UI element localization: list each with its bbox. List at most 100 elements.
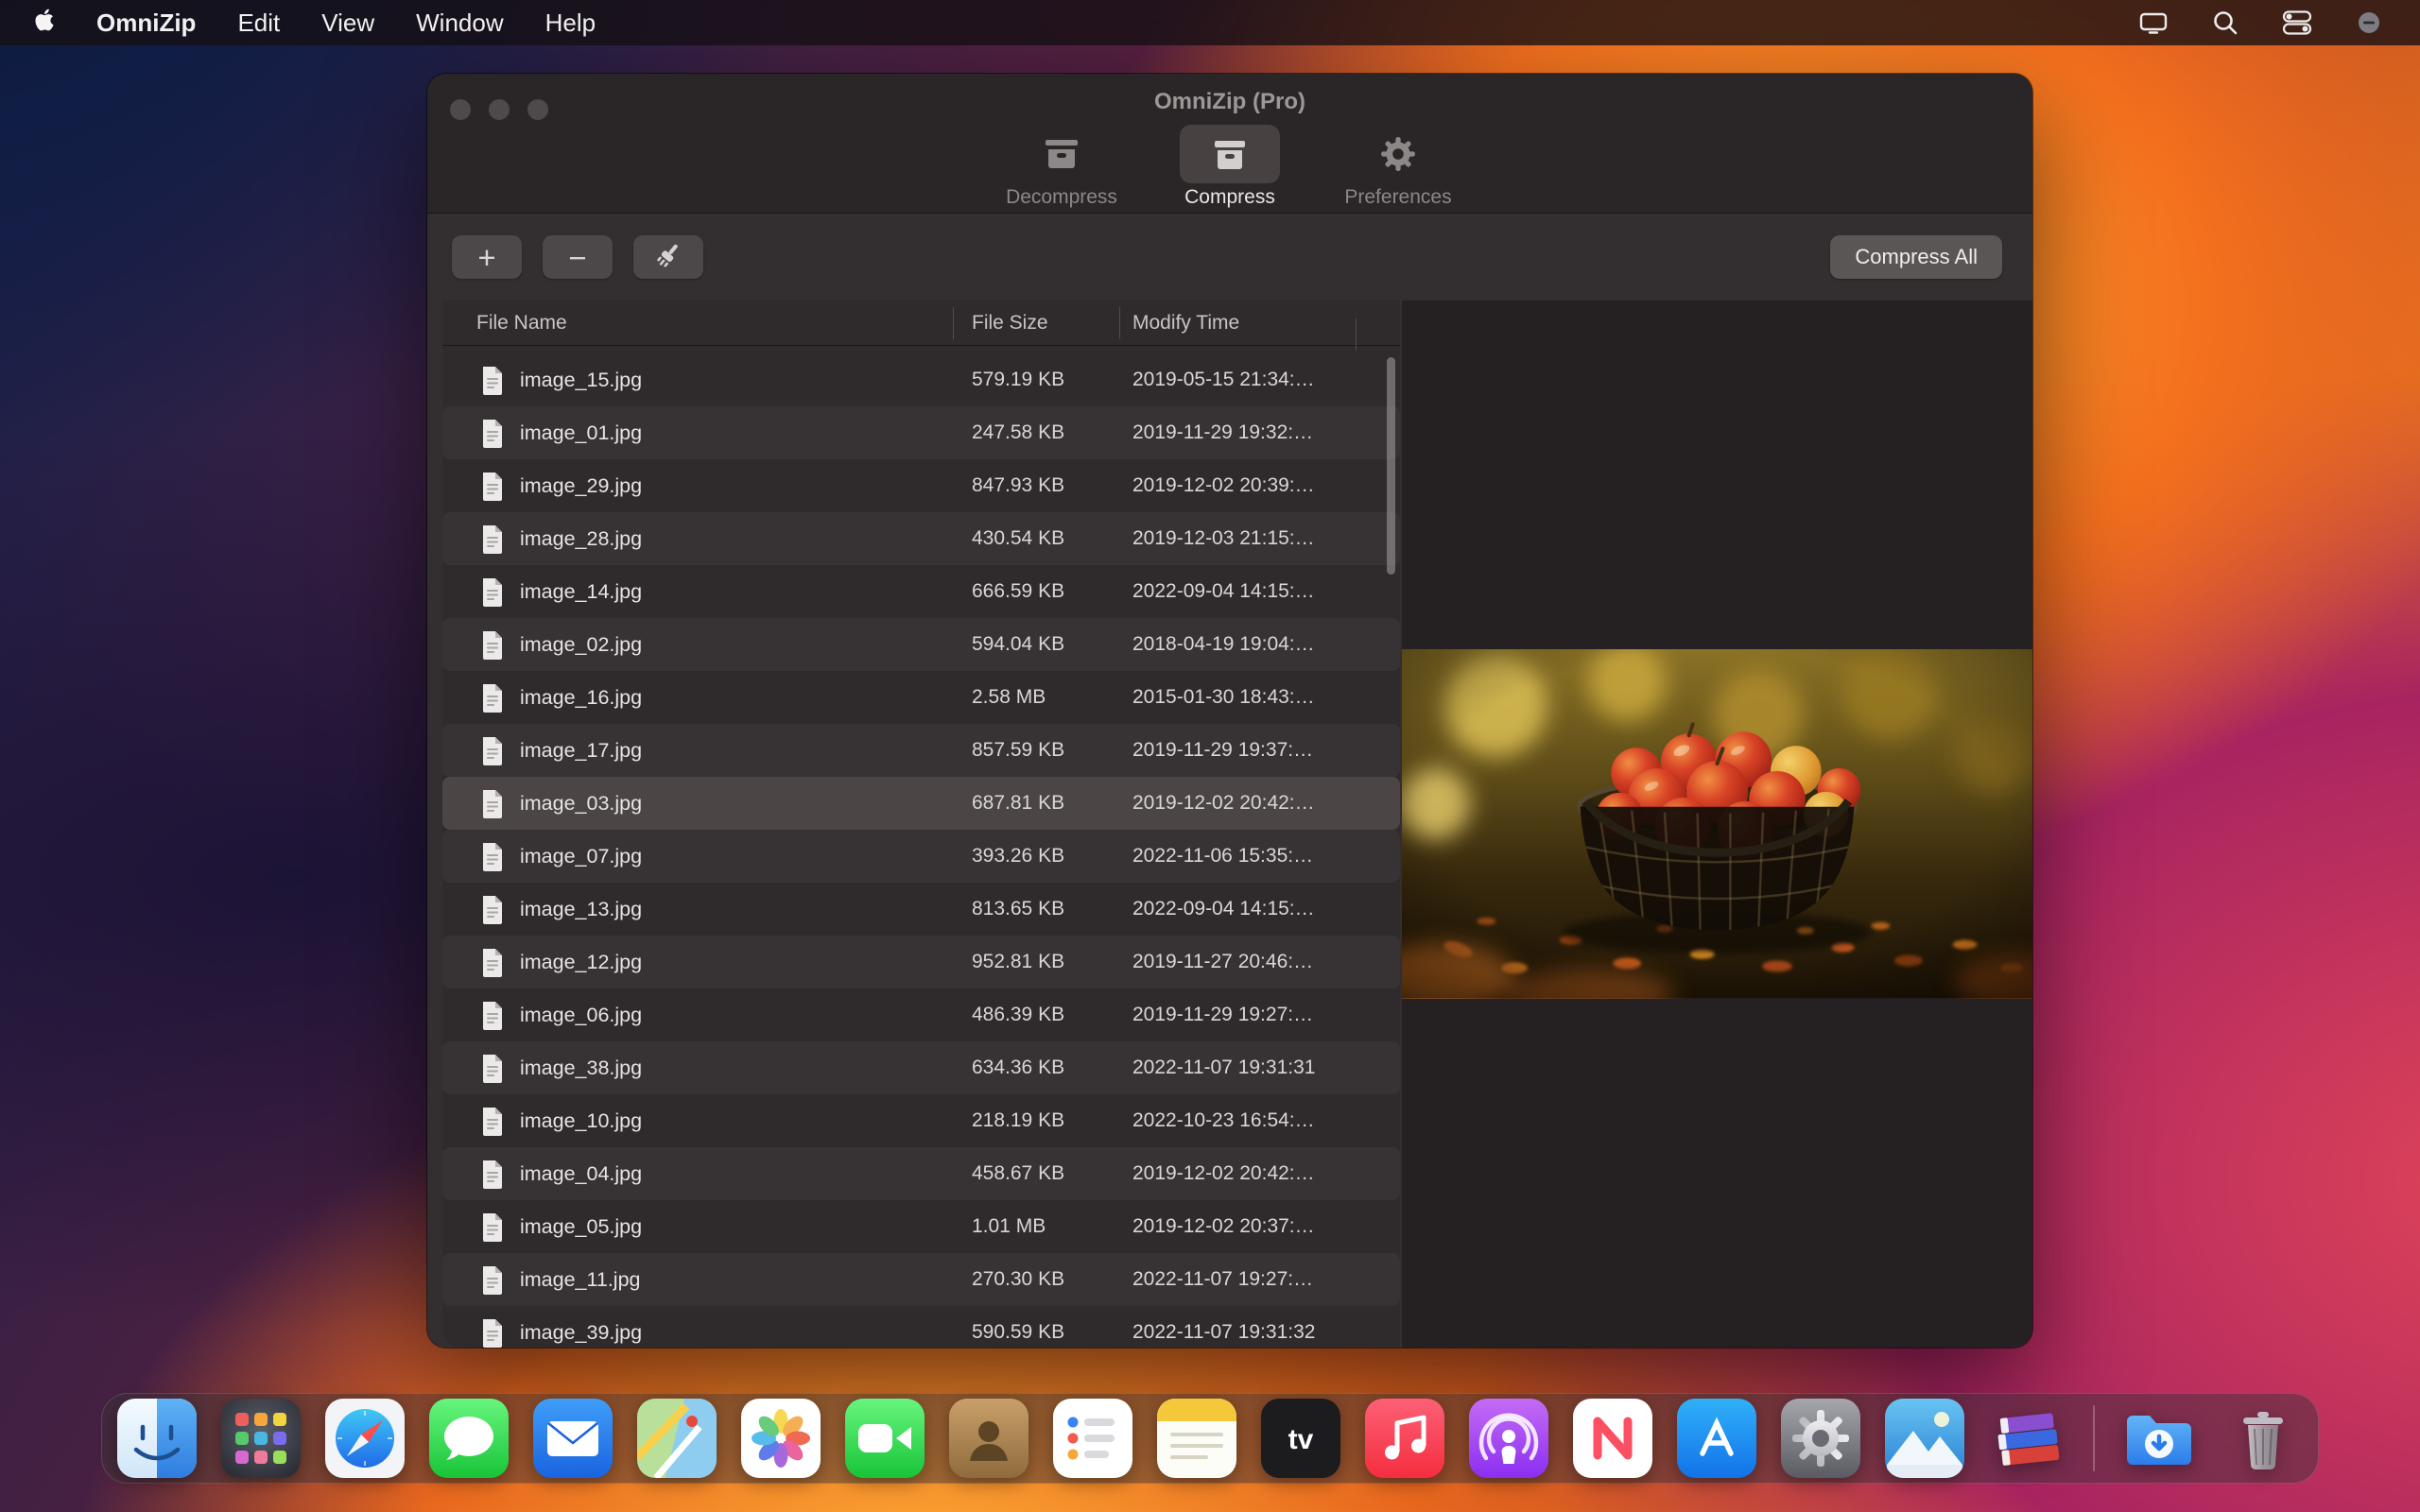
column-file-name[interactable]: File Name: [442, 312, 953, 335]
dock-peaks-app-icon[interactable]: [1885, 1399, 1964, 1478]
file-time: 2019-12-02 20:42:…: [1119, 1162, 1356, 1185]
file-icon: [480, 841, 505, 871]
apple-menu-icon[interactable]: [34, 8, 55, 39]
clean-list-button[interactable]: [633, 235, 703, 279]
file-size: 1.01 MB: [953, 1215, 1119, 1238]
file-name: image_16.jpg: [520, 686, 642, 710]
file-name: image_05.jpg: [520, 1215, 642, 1239]
file-icon: [480, 1053, 505, 1083]
dock-finder-icon[interactable]: [117, 1399, 197, 1478]
dock-app-store-icon[interactable]: [1677, 1399, 1756, 1478]
dock-podcasts-icon[interactable]: [1469, 1399, 1548, 1478]
dock-tv-icon[interactable]: tv: [1261, 1399, 1340, 1478]
display-icon[interactable]: [2136, 6, 2170, 40]
file-icon: [480, 1106, 505, 1136]
menu-view[interactable]: View: [321, 9, 374, 38]
dock: tv: [101, 1393, 2319, 1484]
file-name: image_07.jpg: [520, 845, 642, 868]
file-size: 666.59 KB: [953, 580, 1119, 603]
file-icon: [480, 947, 505, 977]
file-size: 458.67 KB: [953, 1162, 1119, 1185]
file-icon: [480, 471, 505, 501]
file-icon: [480, 365, 505, 395]
table-row[interactable]: image_15.jpg 579.19 KB 2019-05-15 21:34:…: [442, 353, 1400, 406]
table-row[interactable]: image_01.jpg 247.58 KB 2019-11-29 19:32:…: [442, 406, 1400, 459]
dock-maps-icon[interactable]: [637, 1399, 717, 1478]
dock-facetime-icon[interactable]: [845, 1399, 925, 1478]
table-row[interactable]: image_02.jpg 594.04 KB 2018-04-19 19:04:…: [442, 618, 1400, 671]
dock-mail-icon[interactable]: [533, 1399, 613, 1478]
dock-launchpad-icon[interactable]: [221, 1399, 301, 1478]
dock-trash-icon[interactable]: [2223, 1399, 2303, 1478]
table-row[interactable]: image_17.jpg 857.59 KB 2019-11-29 19:37:…: [442, 724, 1400, 777]
table-row[interactable]: image_28.jpg 430.54 KB 2019-12-03 21:15:…: [442, 512, 1400, 565]
file-time: 2019-12-02 20:42:…: [1119, 792, 1356, 815]
toolbar-compress[interactable]: Compress: [1154, 125, 1305, 209]
search-icon[interactable]: [2208, 6, 2242, 40]
file-name: image_03.jpg: [520, 792, 642, 816]
dock-notes-icon[interactable]: [1157, 1399, 1236, 1478]
dock-reminders-icon[interactable]: [1053, 1399, 1132, 1478]
file-size: 590.59 KB: [953, 1321, 1119, 1344]
file-name: image_29.jpg: [520, 474, 642, 498]
dock-safari-icon[interactable]: [325, 1399, 405, 1478]
column-modify-time[interactable]: Modify Time: [1119, 312, 1356, 335]
dock-messages-icon[interactable]: [429, 1399, 509, 1478]
column-file-size[interactable]: File Size: [953, 312, 1119, 335]
table-row[interactable]: image_39.jpg 590.59 KB 2022-11-07 19:31:…: [442, 1306, 1400, 1348]
table-row[interactable]: image_04.jpg 458.67 KB 2019-12-02 20:42:…: [442, 1147, 1400, 1200]
file-size: 687.81 KB: [953, 792, 1119, 815]
file-icon: [480, 735, 505, 765]
dock-downloads-icon[interactable]: [2119, 1399, 2199, 1478]
toolbar-compress-label: Compress: [1184, 186, 1275, 209]
decompress-archive-icon: [1011, 125, 1112, 183]
focus-mode-icon[interactable]: [2352, 6, 2386, 40]
file-size: 2.58 MB: [953, 686, 1119, 709]
table-row[interactable]: image_06.jpg 486.39 KB 2019-11-29 19:27:…: [442, 988, 1400, 1041]
add-file-button[interactable]: +: [452, 235, 522, 279]
table-row[interactable]: image_29.jpg 847.93 KB 2019-12-02 20:39:…: [442, 459, 1400, 512]
table-row[interactable]: image_05.jpg 1.01 MB 2019-12-02 20:37:…: [442, 1200, 1400, 1253]
table-row[interactable]: image_13.jpg 813.65 KB 2022-09-04 14:15:…: [442, 883, 1400, 936]
dock-photos-icon[interactable]: [741, 1399, 821, 1478]
table-row[interactable]: image_38.jpg 634.36 KB 2022-11-07 19:31:…: [442, 1041, 1400, 1094]
table-row[interactable]: image_16.jpg 2.58 MB 2015-01-30 18:43:…: [442, 671, 1400, 724]
file-size: 579.19 KB: [953, 369, 1119, 391]
file-name: image_17.jpg: [520, 739, 642, 763]
file-icon: [480, 682, 505, 713]
compress-all-button[interactable]: Compress All: [1830, 235, 2002, 279]
file-time: 2022-10-23 16:54:…: [1119, 1109, 1356, 1132]
dock-music-icon[interactable]: [1365, 1399, 1444, 1478]
file-time: 2019-11-29 19:37:…: [1119, 739, 1356, 762]
control-center-icon[interactable]: [2280, 6, 2314, 40]
file-name: image_02.jpg: [520, 633, 642, 657]
table-row[interactable]: image_11.jpg 270.30 KB 2022-11-07 19:27:…: [442, 1253, 1400, 1306]
preview-image-apples: [1402, 649, 2032, 998]
menu-window[interactable]: Window: [416, 9, 503, 38]
table-row[interactable]: image_10.jpg 218.19 KB 2022-10-23 16:54:…: [442, 1094, 1400, 1147]
table-row[interactable]: image_07.jpg 393.26 KB 2022-11-06 15:35:…: [442, 830, 1400, 883]
table-row[interactable]: image_03.jpg 687.81 KB 2019-12-02 20:42:…: [442, 777, 1400, 830]
file-size: 486.39 KB: [953, 1004, 1119, 1026]
dock-news-icon[interactable]: [1573, 1399, 1652, 1478]
remove-file-button[interactable]: −: [543, 235, 613, 279]
menu-app-name[interactable]: OmniZip: [96, 9, 196, 38]
toolbar-decompress[interactable]: Decompress: [986, 125, 1137, 209]
table-row[interactable]: image_14.jpg 666.59 KB 2022-09-04 14:15:…: [442, 565, 1400, 618]
file-name: image_14.jpg: [520, 580, 642, 604]
dock-omnizip-icon[interactable]: [1989, 1399, 2068, 1478]
table-scrollbar[interactable]: [1387, 357, 1395, 575]
toolbar-preferences[interactable]: Preferences: [1322, 125, 1474, 209]
file-name: image_28.jpg: [520, 527, 642, 551]
menu-help[interactable]: Help: [545, 9, 596, 38]
file-name: image_04.jpg: [520, 1162, 642, 1186]
dock-contacts-icon[interactable]: [949, 1399, 1028, 1478]
omnizip-window: OmniZip (Pro) Decompress: [427, 74, 2032, 1348]
file-time: 2022-11-07 19:31:32: [1119, 1321, 1356, 1344]
table-row[interactable]: image_12.jpg 952.81 KB 2019-11-27 20:46:…: [442, 936, 1400, 988]
menu-edit[interactable]: Edit: [237, 9, 280, 38]
file-time: 2019-11-29 19:32:…: [1119, 421, 1356, 444]
dock-system-settings-icon[interactable]: [1781, 1399, 1860, 1478]
file-icon: [480, 524, 505, 554]
file-size: 218.19 KB: [953, 1109, 1119, 1132]
